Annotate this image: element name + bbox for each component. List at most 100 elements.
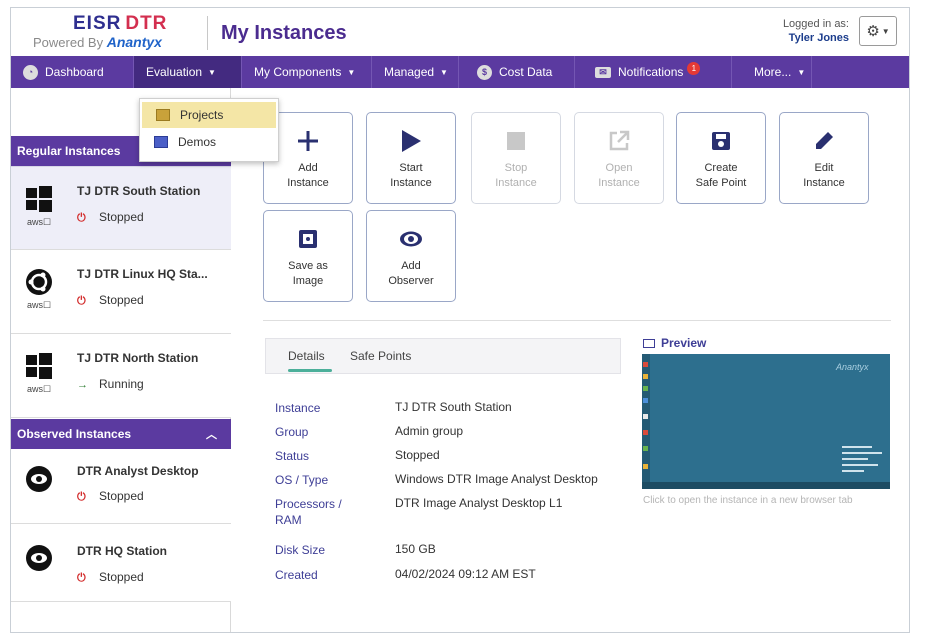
nav-my-components[interactable]: My Components ▼ [242,56,372,88]
nav-label: My Components [254,65,342,79]
logged-in-info: Logged in as: Tyler Jones [783,17,849,45]
eye-icon [26,466,52,492]
observed-instance-item[interactable]: DTR HQ Station ⏻ Stopped [11,524,231,602]
logo-eisr: EISR [73,13,122,34]
anantyx-brand: Anantyx [106,34,162,50]
detail-key: Disk Size [275,543,326,557]
tool-label: Create Safe Point [677,161,765,191]
logo-dtr: DTR [125,13,168,34]
desktop-preview-graphic: Anantyx [642,354,890,489]
detail-value: Stopped [395,448,440,462]
instance-preview-thumbnail[interactable]: Anantyx [642,354,890,489]
instance-name: TJ DTR South Station [77,184,201,198]
section-title: Observed Instances [17,427,132,441]
nav-evaluation[interactable]: Evaluation ▼ [134,56,242,88]
chevron-up-icon[interactable]: ︿ [206,426,217,442]
label-line: Instance [598,177,640,189]
nav-notifications[interactable]: ✉ Notifications 1 [575,56,732,88]
tab-details[interactable]: Details [288,349,325,363]
chevron-down-icon: ▼ [797,67,806,77]
create-safe-point-button[interactable]: Create Safe Point [676,112,766,204]
label-line: Add [298,162,318,174]
detail-key: Group [275,425,309,439]
detail-key: Status [275,449,310,463]
label-line: Instance [495,177,537,189]
preview-title-text: Preview [661,336,707,350]
dropdown-label: Projects [180,108,224,122]
nav-dashboard[interactable]: ◔ Dashboard [11,56,134,88]
instance-name: DTR Analyst Desktop [77,464,199,478]
edit-instance-button[interactable]: Edit Instance [779,112,869,204]
status-text: Stopped [99,489,144,503]
instance-status: ⏻ Stopped [77,210,144,225]
gear-icon: ⚙ [866,23,880,40]
tool-label: Save as Image [264,259,352,289]
powered-by-label: Powered By [33,35,104,50]
instance-item[interactable]: aws☐ TJ DTR North Station → Running [11,334,231,418]
power-icon: ⏻ [77,572,86,584]
tool-label: Open Instance [575,161,663,191]
main-nav: ◔ Dashboard Evaluation ▼ My Components ▼… [11,56,909,88]
save-as-image-button[interactable]: Save as Image [263,210,353,302]
eisr-dtr-logo[interactable]: EISR DTR Powered By Anantyx [33,14,201,52]
tool-label: Edit Instance [780,161,868,191]
detail-key: Instance [275,401,321,415]
image-disk-icon [264,225,352,253]
instance-sidebar: Regular Instances aws☐ TJ DTR South Stat… [11,88,231,632]
notification-badge: 1 [687,61,701,75]
instance-item[interactable]: aws☐ TJ DTR South Station ⏻ Stopped [11,166,231,250]
active-tab-indicator [288,369,332,372]
observed-instance-item[interactable]: DTR Analyst Desktop ⏻ Stopped [11,449,231,524]
open-instance-button[interactable]: Open Instance [574,112,664,204]
user-name[interactable]: Tyler Jones [783,31,849,45]
play-icon [367,127,455,155]
settings-menu-button[interactable]: ⚙ ▼ [859,16,897,46]
demos-icon [154,136,168,148]
add-observer-button[interactable]: Add Observer [366,210,456,302]
stop-icon [472,127,560,155]
instance-status: ⏻ Stopped [77,489,144,504]
detail-key: OS / Type [275,473,329,487]
instance-item[interactable]: aws☐ TJ DTR Linux HQ Sta... ⏻ Stopped [11,250,231,334]
monitor-icon [643,339,655,348]
detail-key: Created [275,568,318,582]
tool-label: Add Instance [264,161,352,191]
mail-icon: ✉ [595,66,611,78]
detail-value: DTR Image Analyst Desktop L1 [395,496,563,510]
content-divider [263,320,891,321]
section-title: Regular Instances [17,144,121,158]
detail-value: Admin group [395,424,464,438]
detail-value: 04/02/2024 09:12 AM EST [395,567,536,581]
tool-label: Start Instance [367,161,455,191]
label-line: Start [399,162,423,174]
projects-icon [156,109,170,121]
detail-value: 150 GB [395,542,436,556]
nav-label: More... [754,65,792,79]
preview-title: Preview [643,336,706,350]
chevron-down-icon: ▼ [208,67,216,77]
power-icon: ⏻ [77,295,86,307]
instance-name: TJ DTR North Station [77,351,199,365]
status-text: Running [99,377,144,391]
nav-managed[interactable]: Managed ▼ [372,56,459,88]
chevron-down-icon: ▼ [347,67,356,77]
status-text: Stopped [99,210,144,224]
stop-instance-button[interactable]: Stop Instance [471,112,561,204]
evaluation-dropdown: Projects Demos [139,98,279,162]
detail-value: TJ DTR South Station [395,400,512,414]
label-line: Safe Point [695,177,747,189]
power-icon: ⏻ [77,491,86,503]
nav-more[interactable]: More... ▼ [732,56,812,88]
instance-name: DTR HQ Station [77,544,167,558]
observed-instances-header[interactable]: Observed Instances ︿ [11,419,231,449]
pencil-icon [780,127,868,155]
dropdown-item-demos[interactable]: Demos [140,128,278,156]
dropdown-item-projects[interactable]: Projects [142,102,276,128]
nav-label: Cost Data [499,65,553,79]
tab-safe-points[interactable]: Safe Points [350,349,411,363]
status-text: Stopped [99,293,144,307]
nav-cost-data[interactable]: $ Cost Data [459,56,575,88]
ubuntu-icon [26,269,52,295]
external-link-icon [575,127,663,155]
start-instance-button[interactable]: Start Instance [366,112,456,204]
